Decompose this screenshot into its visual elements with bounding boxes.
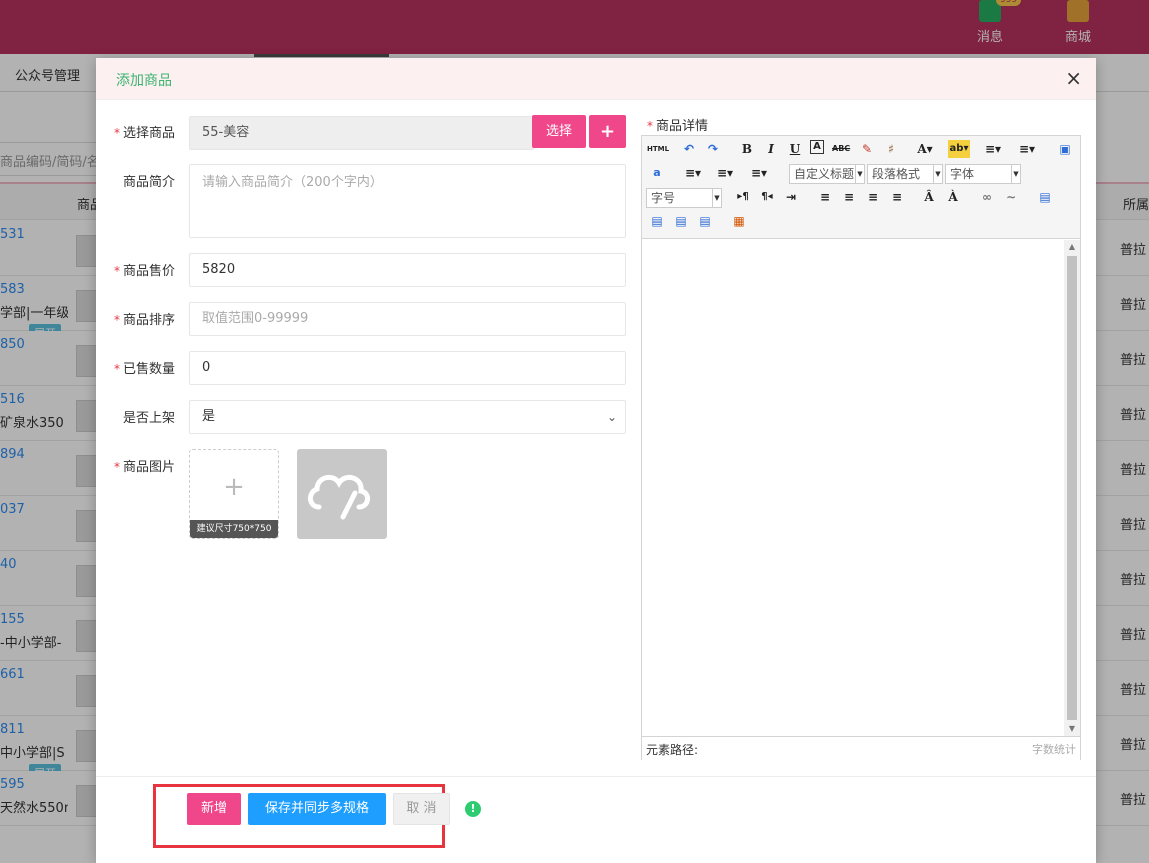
sold-count-input[interactable]: 0	[189, 351, 626, 385]
align-right-icon[interactable]: ≡	[864, 188, 882, 206]
undo-icon[interactable]: ↶	[680, 140, 698, 158]
image-center-icon[interactable]: ▤	[696, 212, 714, 230]
align-center-icon[interactable]: ≡	[840, 188, 858, 206]
fullscreen-icon[interactable]: ▣	[1056, 140, 1074, 158]
font-family-select[interactable]: 字体 ▼	[945, 164, 1021, 184]
editor-scrollbar[interactable]: ▲ ▼	[1064, 240, 1080, 736]
indent-icon[interactable]: ⇥	[782, 188, 800, 206]
dropdown-arrow-icon: ▼	[1011, 165, 1020, 183]
save-sync-spec-button[interactable]: 保存并同步多规格	[248, 793, 386, 825]
select-goods-label: * 选择商品	[114, 126, 176, 141]
on-shelf-value: 是	[202, 409, 216, 424]
bold-icon[interactable]: B	[738, 140, 756, 158]
lowercase-icon[interactable]: À	[944, 188, 962, 206]
editor-statusbar: 元素路径: 字数统计	[642, 736, 1080, 760]
detail-label: * 商品详情	[647, 119, 709, 134]
ltr-icon[interactable]: ▸¶	[734, 188, 752, 206]
plus-icon: +	[223, 472, 245, 502]
image-upload-box[interactable]: + 建议尺寸750*750	[189, 449, 279, 539]
dropdown-arrow-icon: ▼	[855, 165, 864, 183]
on-shelf-select[interactable]: 是 ⌄	[189, 400, 626, 434]
unlink-icon[interactable]: ∼	[1002, 188, 1020, 206]
price-label: * 商品售价	[114, 264, 176, 279]
dropdown-arrow-icon: ▼	[712, 189, 721, 207]
align-justify-icon[interactable]: ≡	[888, 188, 906, 206]
scroll-up-icon[interactable]: ▲	[1064, 240, 1080, 254]
scroll-down-icon[interactable]: ▼	[1064, 722, 1080, 736]
add-button[interactable]: 新增	[187, 793, 241, 825]
font-color-icon[interactable]: A▾	[916, 140, 934, 158]
format-brush-icon[interactable]: ♯	[882, 140, 900, 158]
scroll-thumb[interactable]	[1067, 256, 1077, 720]
uppercase-icon[interactable]: Â	[920, 188, 938, 206]
underline-icon[interactable]: U	[786, 140, 804, 158]
superscript-icon[interactable]: a	[648, 164, 666, 182]
intro-textarea[interactable]: 请输入商品简介（200个字内）	[189, 164, 626, 238]
sort-input[interactable]: 取值范围0-99999	[189, 302, 626, 336]
strikethrough-icon[interactable]: ABC	[832, 140, 850, 158]
rich-text-editor: HTML ↶ ↷ B I U A ABC ✎ ♯ A▾ ab▾ ≡▾ ≡▾ ▣ …	[641, 135, 1081, 760]
word-count-label: 字数统计	[1032, 743, 1076, 756]
price-input[interactable]: 5820	[189, 253, 626, 287]
image-label: * 商品图片	[114, 460, 176, 475]
paragraph-format-select[interactable]: 段落格式 ▼	[867, 164, 943, 184]
font-border-icon[interactable]: A	[810, 140, 824, 154]
eraser-icon[interactable]: ✎	[858, 140, 876, 158]
element-path-label: 元素路径:	[646, 743, 699, 757]
rtl-icon[interactable]: ¶◂	[758, 188, 776, 206]
row-spacing-bottom-icon[interactable]: ≡▾	[716, 164, 734, 182]
close-icon[interactable]: ×	[1065, 66, 1082, 90]
row-spacing-top-icon[interactable]: ≡▾	[684, 164, 702, 182]
font-size-select[interactable]: 字号 ▼	[646, 188, 722, 208]
ordered-list-icon[interactable]: ≡▾	[984, 140, 1002, 158]
html-source-button[interactable]: HTML	[646, 140, 670, 158]
insert-image-icon[interactable]: ▦	[730, 212, 748, 230]
dialog-header: 添加商品 ×	[96, 58, 1096, 100]
sort-label: * 商品排序	[114, 313, 176, 328]
custom-title-select[interactable]: 自定义标题 ▼	[789, 164, 865, 184]
cancel-button[interactable]: 取 消	[393, 793, 450, 825]
dialog-title: 添加商品	[116, 73, 172, 89]
editor-content-area[interactable]: ▲ ▼	[642, 240, 1080, 736]
link-icon[interactable]: ∞	[978, 188, 996, 206]
select-goods-button[interactable]: 选择	[532, 115, 586, 148]
dialog-footer: 新增 保存并同步多规格 取 消 !	[96, 776, 1096, 863]
image-right-icon[interactable]: ▤	[672, 212, 690, 230]
redo-icon[interactable]: ↷	[704, 140, 722, 158]
editor-toolbar: HTML ↶ ↷ B I U A ABC ✎ ♯ A▾ ab▾ ≡▾ ≡▾ ▣ …	[642, 136, 1080, 239]
upload-size-hint: 建议尺寸750*750	[190, 520, 278, 538]
image-left-icon[interactable]: ▤	[648, 212, 666, 230]
highlight-color-icon[interactable]: ab▾	[948, 140, 970, 158]
selected-goods-field: 55-美容	[189, 116, 534, 150]
add-goods-dialog: 添加商品 × * 选择商品 55-美容 选择 + 商品简介 请输入商品简介（200…	[96, 58, 1096, 863]
dropdown-arrow-icon: ▼	[933, 165, 942, 183]
intro-label: 商品简介	[123, 175, 176, 190]
info-icon[interactable]: !	[465, 801, 481, 817]
italic-icon[interactable]: I	[762, 140, 780, 158]
align-left-icon[interactable]: ≡	[816, 188, 834, 206]
line-height-icon[interactable]: ≡▾	[750, 164, 768, 182]
chevron-down-icon: ⌄	[606, 410, 617, 424]
add-goods-plus-button[interactable]: +	[589, 115, 626, 148]
unordered-list-icon[interactable]: ≡▾	[1018, 140, 1036, 158]
cloud-logo-icon	[308, 474, 370, 520]
image-float-none-icon[interactable]: ▤	[1036, 188, 1054, 206]
on-shelf-label: 是否上架	[123, 411, 176, 426]
image-preview	[297, 449, 387, 539]
sold-label: * 已售数量	[114, 362, 176, 377]
